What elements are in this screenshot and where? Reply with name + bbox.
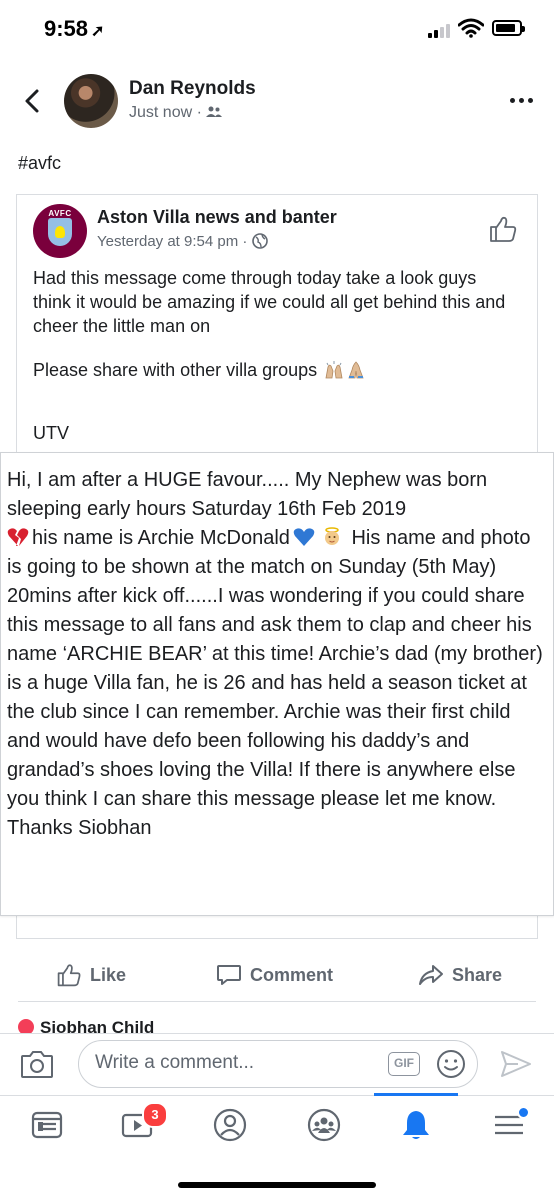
lion-shield-icon: [48, 218, 72, 246]
notification-badge: 3: [142, 1102, 168, 1128]
thumbs-up-icon: [57, 964, 81, 987]
shared-post-meta: Yesterday at 9:54 pm ·: [97, 233, 268, 250]
shared-post-body: Had this message come through today take…: [33, 266, 518, 443]
sticker-smiley-icon[interactable]: [436, 1049, 466, 1079]
back-icon[interactable]: [20, 88, 46, 114]
blue-heart-emoji-icon: [293, 528, 315, 546]
message-part-1: Hi, I am after a HUGE favour..... My Nep…: [7, 469, 488, 520]
send-icon[interactable]: [500, 1050, 532, 1078]
crest-text: AVFC: [48, 209, 72, 218]
wifi-icon: [458, 18, 484, 38]
menu-notification-dot: [517, 1106, 530, 1119]
shared-post-timestamp[interactable]: Yesterday at 9:54 pm: [97, 233, 238, 250]
share-button[interactable]: Share: [418, 950, 502, 1000]
status-time: 9:58 ➚: [44, 16, 104, 42]
profile-tab-icon[interactable]: [213, 1108, 247, 1142]
news-feed-tab-icon[interactable]: [30, 1108, 64, 1142]
friends-icon: [206, 106, 223, 117]
post-meta: Just now ·: [129, 104, 223, 122]
active-tab-indicator: [374, 1093, 458, 1096]
comment-icon: [217, 965, 241, 985]
message-part-3: His name and photo is going to be shown …: [7, 527, 543, 839]
gif-button[interactable]: GIF: [388, 1052, 420, 1076]
meta-separator: ·: [242, 233, 252, 250]
post-timestamp[interactable]: Just now: [129, 104, 192, 121]
more-options-icon[interactable]: [510, 98, 534, 104]
baby-angel-emoji-icon: [324, 527, 339, 545]
shared-post-paragraph: UTV: [33, 423, 69, 443]
share-label: Share: [452, 964, 503, 985]
globe-icon: [251, 233, 268, 249]
post-actions-bar: Like Comment Share: [0, 950, 554, 1000]
shared-post-paragraph-text: Please share with other villa groups: [33, 360, 318, 380]
cellular-signal-icon: [428, 22, 454, 38]
like-button[interactable]: Like: [56, 950, 126, 1000]
embedded-message-text: Hi, I am after a HUGE favour..... My Nep…: [7, 466, 547, 843]
status-time-text: 9:58: [44, 16, 89, 41]
like-label: Like: [90, 964, 127, 985]
avatar[interactable]: [64, 74, 118, 128]
shared-page-name[interactable]: Aston Villa news and banter: [97, 207, 337, 228]
shared-post-paragraph: Had this message come through today take…: [33, 268, 506, 336]
author-name[interactable]: Dan Reynolds: [129, 78, 256, 100]
comment-placeholder[interactable]: Write a comment...: [95, 1052, 254, 1074]
groups-tab-icon[interactable]: [307, 1108, 341, 1142]
praying-hands-emoji-icon: [348, 361, 364, 379]
battery-level-fill: [496, 24, 515, 32]
page-avatar-crest[interactable]: AVFC: [33, 204, 87, 258]
notifications-bell-icon[interactable]: [399, 1108, 433, 1142]
meta-separator: ·: [196, 104, 207, 121]
location-arrow-icon: ➚: [91, 23, 105, 40]
share-icon: [419, 965, 443, 985]
camera-icon[interactable]: [20, 1049, 54, 1079]
comment-label: Comment: [250, 964, 334, 985]
comment-button[interactable]: Comment: [216, 950, 333, 1000]
thumbs-up-icon[interactable]: [488, 214, 518, 244]
home-indicator[interactable]: [178, 1182, 376, 1188]
broken-heart-emoji-icon: [7, 528, 29, 546]
raised-hands-emoji-icon: [325, 361, 343, 379]
shared-post-paragraph: Please share with other villa groups: [33, 358, 366, 382]
divider: [18, 1001, 536, 1002]
post-text[interactable]: #avfc: [18, 153, 61, 174]
message-part-2: his name is Archie McDonald: [32, 527, 290, 549]
battery-icon: [492, 20, 525, 36]
